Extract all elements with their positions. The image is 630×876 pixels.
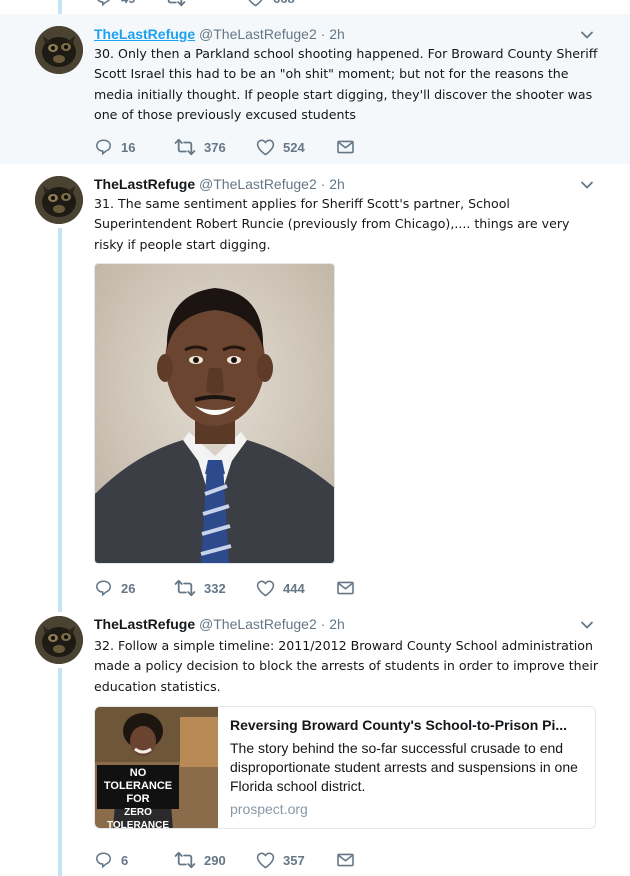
reply-button[interactable]: 6 — [94, 851, 174, 869]
tweet-timestamp[interactable]: · 2h — [321, 26, 345, 42]
link-card-domain: prospect.org — [230, 801, 308, 817]
avatar[interactable] — [35, 616, 83, 664]
tweet-header: TheLastRefuge @TheLastRefuge2 · 2h — [94, 615, 345, 633]
like-icon — [256, 580, 275, 597]
tweet-timestamp[interactable]: · 2h — [321, 176, 345, 192]
like-button[interactable]: 444 — [256, 579, 336, 597]
author-handle[interactable]: @TheLastRefuge2 — [199, 616, 317, 632]
author-handle[interactable]: @TheLastRefuge2 — [199, 176, 317, 192]
like-count: 444 — [283, 580, 305, 596]
author-name[interactable]: TheLastRefuge — [94, 26, 195, 42]
retweet-icon — [174, 851, 196, 869]
direct-message-button[interactable] — [336, 851, 355, 869]
link-card-body: Reversing Broward County's School-to-Pri… — [230, 715, 588, 819]
link-card-title: Reversing Broward County's School-to-Pri… — [230, 717, 568, 733]
tweet-actions: 16 376 524 — [94, 137, 355, 157]
like-count: 524 — [283, 139, 305, 155]
like-button[interactable]: 668 — [246, 0, 326, 7]
like-count: 357 — [283, 852, 305, 868]
direct-message-icon — [337, 581, 354, 595]
retweet-button[interactable] — [164, 0, 246, 7]
retweet-icon — [167, 0, 186, 7]
author-name[interactable]: TheLastRefuge — [94, 176, 195, 192]
reply-count: 16 — [121, 139, 136, 155]
link-card-image: NO TOLERANCE FOR ZERO TOLERANCE — [95, 707, 218, 829]
retweet-count: 376 — [204, 139, 226, 155]
chevron-down-icon[interactable] — [580, 178, 594, 192]
reply-count: 6 — [121, 852, 129, 868]
retweet-button[interactable]: 290 — [174, 851, 256, 869]
author-handle[interactable]: @TheLastRefuge2 — [199, 26, 317, 42]
tweet-actions: 26 332 444 — [94, 578, 355, 598]
reply-count: 49 — [121, 0, 135, 6]
tweet[interactable]: TheLastRefuge @TheLastRefuge2 · 2h 30. O… — [0, 14, 630, 164]
tweet-text: 31. The same sentiment applies for Sheri… — [94, 196, 570, 252]
chevron-down-icon[interactable] — [580, 618, 594, 632]
reply-icon — [95, 580, 112, 597]
retweet-count: 332 — [204, 580, 226, 596]
retweet-icon — [174, 138, 196, 156]
chevron-down-icon[interactable] — [580, 28, 594, 42]
like-icon — [248, 0, 263, 7]
like-button[interactable]: 524 — [256, 138, 336, 156]
retweet-button[interactable]: 332 — [174, 579, 256, 597]
tweet-header: TheLastRefuge @TheLastRefuge2 · 2h — [94, 25, 345, 43]
like-icon — [256, 139, 275, 156]
direct-message-button[interactable] — [336, 138, 355, 156]
reply-icon — [95, 139, 112, 156]
tweet-text: 32. Follow a simple timeline: 2011/2012 … — [94, 638, 599, 694]
avatar[interactable] — [35, 176, 83, 224]
avatar[interactable] — [35, 26, 83, 74]
reply-icon — [95, 852, 112, 869]
tweet-text: 30. Only then a Parkland school shooting… — [94, 46, 598, 122]
like-icon — [256, 852, 275, 869]
direct-message-icon — [337, 853, 354, 867]
like-button[interactable]: 357 — [256, 851, 336, 869]
reply-button[interactable]: 49 — [94, 0, 164, 7]
sign-text: NO TOLERANCE FOR ZERO TOLERANCE — [103, 767, 173, 829]
link-card[interactable]: NO TOLERANCE FOR ZERO TOLERANCE Reversin… — [94, 706, 596, 829]
direct-message-button[interactable] — [336, 579, 355, 597]
tweet-timestamp[interactable]: · 2h — [321, 616, 345, 632]
reply-button[interactable]: 16 — [94, 138, 174, 156]
tweet-photo[interactable] — [94, 263, 335, 564]
reply-icon — [97, 0, 110, 7]
direct-message-icon — [337, 140, 354, 154]
retweet-button[interactable]: 376 — [174, 138, 256, 156]
retweet-icon — [174, 579, 196, 597]
reply-count: 26 — [121, 580, 136, 596]
tweet-actions: 6 290 357 — [94, 850, 355, 870]
link-card-description: The story behind the so-far successful c… — [230, 740, 578, 794]
like-count: 668 — [273, 0, 295, 6]
tweet-header: TheLastRefuge @TheLastRefuge2 · 2h — [94, 175, 345, 193]
author-name[interactable]: TheLastRefuge — [94, 616, 195, 632]
reply-button[interactable]: 26 — [94, 579, 174, 597]
previous-tweet-actions: 49 668 — [94, 0, 326, 8]
retweet-count: 290 — [204, 852, 226, 868]
